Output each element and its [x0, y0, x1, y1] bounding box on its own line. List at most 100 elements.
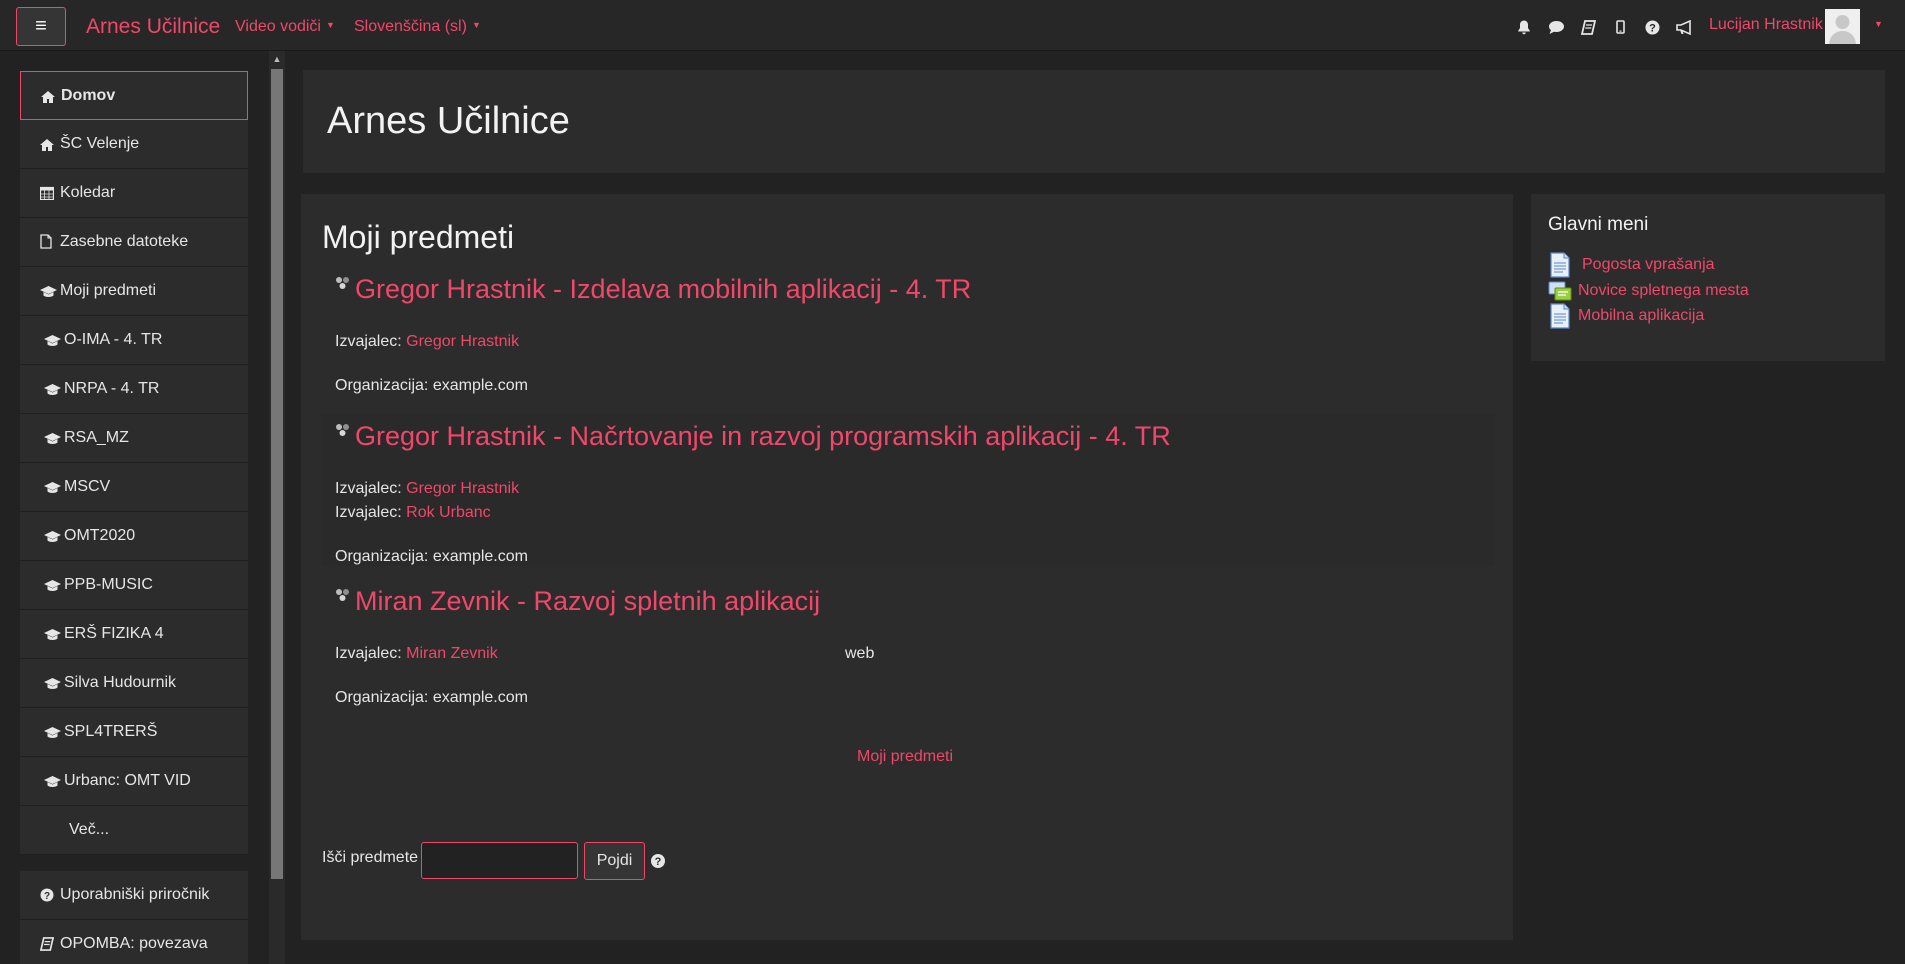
menu-toggle-button[interactable]: ≡	[16, 7, 66, 46]
sidebar-item-label: ERŠ FIZIKA 4	[64, 625, 164, 642]
graduation-cap-icon	[44, 430, 64, 446]
all-courses-link[interactable]: Moji predmeti	[857, 748, 953, 766]
sidebar-course-item[interactable]: MSCV	[20, 463, 248, 512]
sidebar-course-item[interactable]: Urbanc: OMT VID	[20, 757, 248, 806]
sidebar-item-label: MSCV	[64, 478, 111, 495]
sidebar-item-more[interactable]: Več...	[20, 806, 248, 855]
course-teacher: Izvajalec: Miran Zevnik	[335, 645, 498, 663]
svg-text:?: ?	[44, 891, 50, 902]
sidebar-item-private-files[interactable]: Zasebne datoteke	[20, 218, 248, 267]
calendar-icon	[39, 185, 60, 201]
sidebar-item-label: Silva Hudournik	[64, 674, 177, 691]
sidebar-course-item[interactable]: PPB-MUSIC	[20, 561, 248, 610]
bullhorn-icon[interactable]	[1668, 17, 1700, 37]
sidebar-item-home[interactable]: Domov	[20, 71, 248, 120]
sidebar-drawer: Domov ŠC Velenje Koledar Zasebne datotek…	[0, 51, 270, 964]
block-item-faq[interactable]: Pogosta vprašanja	[1548, 252, 1715, 278]
course-search-input[interactable]	[421, 842, 578, 879]
home-icon	[41, 88, 61, 104]
file-icon	[40, 234, 60, 250]
graduation-cap-icon	[44, 528, 64, 544]
course-teacher: Izvajalec: Gregor Hrastnik	[335, 333, 519, 351]
page-icon	[1550, 252, 1570, 278]
sidebar-item-calendar[interactable]: Koledar	[20, 169, 248, 218]
sidebar-scrollbar[interactable]: ▲	[269, 51, 285, 964]
help-icon[interactable]: ?	[650, 853, 666, 869]
navbar-icon-group: ?	[1508, 17, 1700, 37]
teacher-link[interactable]: Gregor Hrastnik	[406, 333, 519, 350]
avatar[interactable]	[1825, 9, 1860, 44]
course-organization: Organizacija: example.com	[335, 689, 528, 706]
course-icon	[336, 589, 349, 601]
search-go-button[interactable]: Pojdi	[584, 842, 645, 880]
site-brand-link[interactable]: Arnes Učilnice	[86, 15, 220, 39]
sidebar-course-item[interactable]: OMT2020	[20, 512, 248, 561]
sidebar-item-label: PPB-MUSIC	[64, 576, 153, 593]
sidebar-item-label: Urbanc: OMT VID	[64, 772, 191, 789]
course-search-label: Išči predmete	[322, 849, 419, 866]
video-guides-menu[interactable]: Video vodiči ▼	[235, 18, 335, 36]
graduation-cap-icon	[44, 332, 64, 348]
bell-icon[interactable]	[1508, 17, 1540, 37]
home-icon	[40, 136, 60, 152]
teacher-link[interactable]: Rok Urbanc	[406, 504, 490, 521]
hamburger-icon: ≡	[35, 15, 47, 37]
sidebar-item-label: SPL4TRERŠ	[64, 723, 158, 740]
course-title-link[interactable]: Gregor Hrastnik - Izdelava mobilnih apli…	[334, 274, 971, 305]
block-item-mobile-app[interactable]: Mobilna aplikacija	[1548, 303, 1704, 329]
sidebar-item-my-courses[interactable]: Moji predmeti	[20, 267, 248, 316]
block-item-label: Novice spletnega mesta	[1578, 282, 1749, 299]
question-icon[interactable]: ?	[1636, 17, 1668, 37]
top-navbar: ≡ Arnes Učilnice Video vodiči ▼ Slovenšči…	[0, 0, 1905, 51]
block-item-site-news[interactable]: Novice spletnega mesta	[1548, 278, 1749, 304]
sidebar-course-item[interactable]: O-IMA - 4. TR	[20, 316, 248, 365]
course-title-link[interactable]: Miran Zevnik - Razvoj spletnih aplikacij	[334, 586, 820, 617]
sidebar-course-item[interactable]: Silva Hudournik	[20, 659, 248, 708]
user-caret-down-icon[interactable]: ▼	[1874, 19, 1883, 29]
chat-icon[interactable]	[1540, 17, 1572, 37]
svg-text:?: ?	[1649, 22, 1656, 34]
book-icon	[39, 936, 60, 952]
svg-text:?: ?	[655, 856, 662, 868]
sidebar-item-label: OMT2020	[64, 527, 136, 544]
teacher-link[interactable]: Gregor Hrastnik	[406, 480, 519, 497]
course-box: Gregor Hrastnik - Izdelava mobilnih apli…	[322, 274, 1494, 414]
page-icon	[1550, 303, 1570, 329]
course-box: Gregor Hrastnik - Načrtovanje in razvoj …	[322, 414, 1494, 566]
course-box: Miran Zevnik - Razvoj spletnih aplikacij…	[322, 586, 1494, 726]
language-menu[interactable]: Slovenščina (sl) ▼	[354, 18, 481, 36]
course-icon	[336, 424, 349, 436]
sidebar-course-item[interactable]: RSA_MZ	[20, 414, 248, 463]
scroll-up-arrow-icon[interactable]: ▲	[269, 51, 285, 67]
course-title-link[interactable]: Gregor Hrastnik - Načrtovanje in razvoj …	[334, 421, 1171, 452]
language-label: Slovenščina (sl)	[354, 18, 467, 35]
section-title: Moji predmeti	[322, 219, 515, 255]
book-icon[interactable]	[1572, 17, 1604, 37]
sidebar-item-label: Uporabniški priročnik	[60, 886, 210, 903]
teacher-link[interactable]: Miran Zevnik	[406, 645, 498, 662]
scrollbar-thumb[interactable]	[271, 69, 283, 879]
graduation-cap-icon	[44, 724, 64, 740]
mobile-icon[interactable]	[1604, 17, 1636, 37]
graduation-cap-icon	[44, 381, 64, 397]
sidebar-course-item[interactable]: SPL4TRERŠ	[20, 708, 248, 757]
page-header: Arnes Učilnice	[303, 70, 1885, 173]
sidebar-item-label: O-IMA - 4. TR	[64, 331, 163, 348]
caret-down-icon: ▼	[325, 20, 335, 30]
sidebar-item-sc-velenje[interactable]: ŠC Velenje	[20, 120, 248, 169]
sidebar-course-item[interactable]: ERŠ FIZIKA 4	[20, 610, 248, 659]
sidebar-item-label: RSA_MZ	[64, 429, 129, 446]
user-menu-name[interactable]: Lucijan Hrastnik	[1709, 16, 1823, 34]
course-teacher: Izvajalec: Rok Urbanc	[335, 504, 491, 522]
sidebar-item-user-manual[interactable]: ? Uporabniški priročnik	[20, 871, 248, 920]
block-title: Glavni meni	[1548, 214, 1649, 235]
sidebar-item-label: OPOMBA: povezava	[60, 935, 208, 952]
caret-down-icon: ▼	[471, 20, 481, 30]
teacher-role: Izvajalec:	[335, 645, 402, 662]
sidebar-course-item[interactable]: NRPA - 4. TR	[20, 365, 248, 414]
graduation-cap-icon	[44, 626, 64, 642]
sidebar-item-note-link[interactable]: OPOMBA: povezava	[20, 920, 248, 964]
graduation-cap-icon	[44, 479, 64, 495]
teacher-role: Izvajalec:	[335, 480, 402, 497]
sidebar-nav-group: Domov ŠC Velenje Koledar Zasebne datotek…	[20, 71, 248, 855]
